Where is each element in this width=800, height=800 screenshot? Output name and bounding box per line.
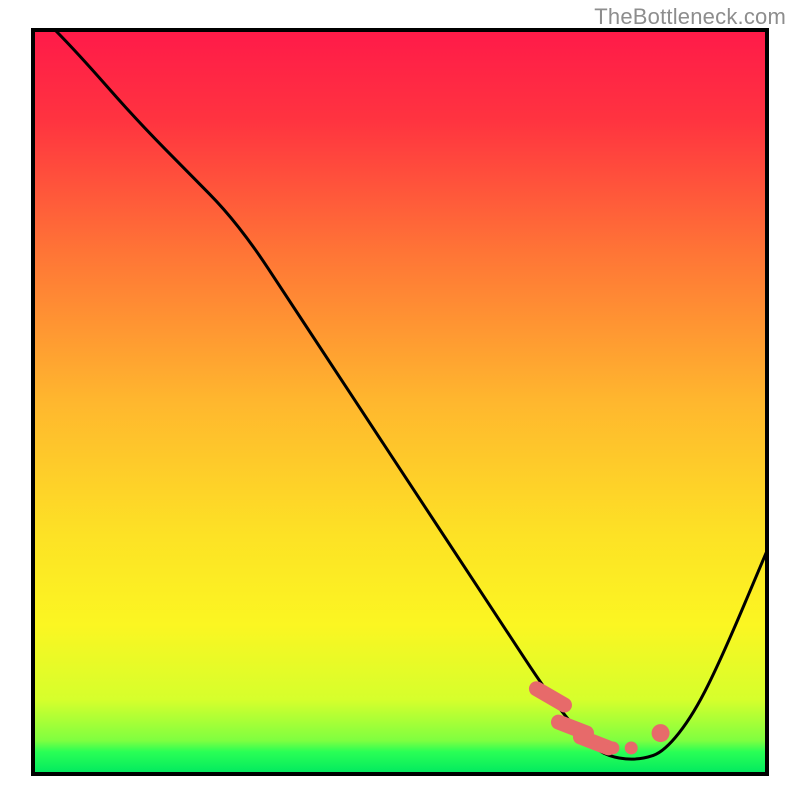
watermark-text: TheBottleneck.com xyxy=(594,4,786,30)
chart-container: TheBottleneck.com xyxy=(0,0,800,800)
gradient-background xyxy=(33,30,767,774)
bottleneck-chart xyxy=(0,0,800,800)
